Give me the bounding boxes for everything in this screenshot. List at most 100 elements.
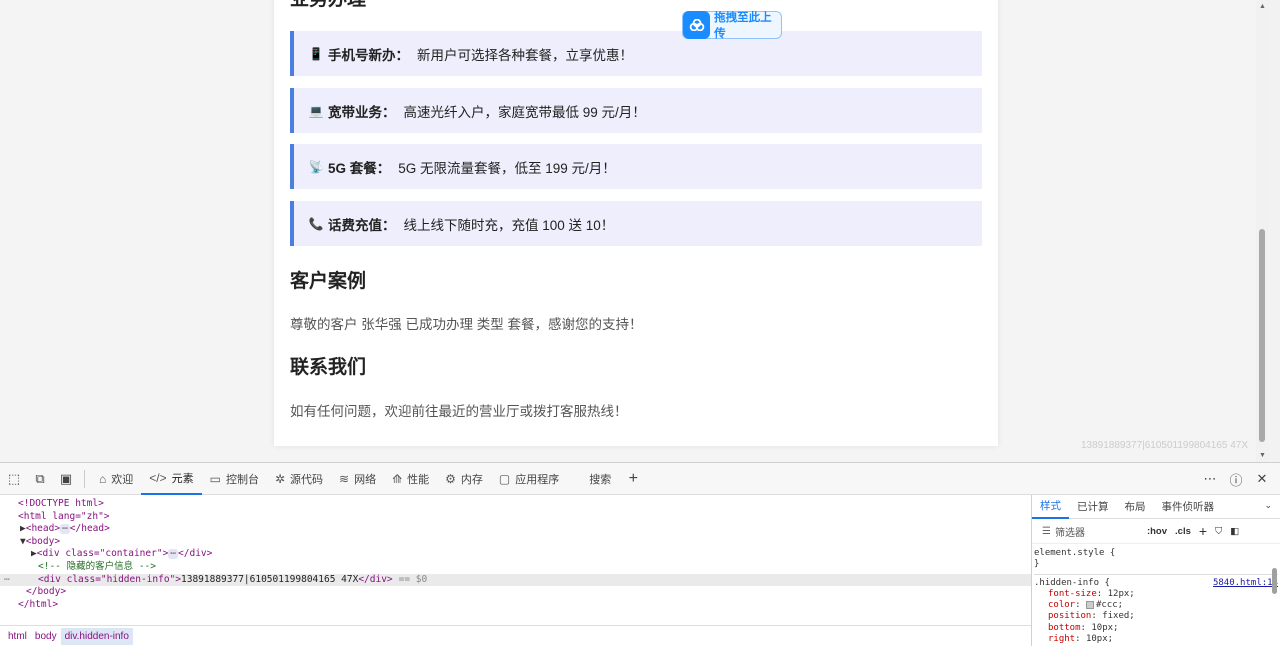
service-item-5g: 📡 5G 套餐： 5G 无限流量套餐，低至 199 元/月！ xyxy=(290,144,982,189)
more-options-icon[interactable]: ⋯ xyxy=(1198,467,1222,491)
styles-scrollbar[interactable] xyxy=(1271,550,1279,646)
ellipsis-badge[interactable]: ⋯ xyxy=(168,549,179,560)
help-icon[interactable]: ⓘ xyxy=(1224,467,1248,491)
hidden-info: 13891889377|610501199804165 47X xyxy=(1080,440,1248,451)
scroll-up-icon[interactable]: ▲ xyxy=(1259,3,1266,10)
inspect-element-icon[interactable]: ⬚ xyxy=(2,467,26,491)
breadcrumb-body[interactable]: body xyxy=(31,628,61,645)
tab-sources[interactable]: ✲ 源代码 xyxy=(267,463,331,495)
tab-performance[interactable]: ⟰ 性能 xyxy=(384,463,437,495)
gauge-icon: ⟰ xyxy=(392,471,403,486)
close-icon[interactable]: ✕ xyxy=(1250,467,1274,491)
breadcrumb-html[interactable]: html xyxy=(4,628,31,645)
upload-button[interactable]: 拖拽至此上传 xyxy=(682,11,782,40)
wifi-icon: ≋ xyxy=(339,471,350,486)
case-section-title: 客户案例 xyxy=(290,271,367,292)
telephone-icon: 📞 xyxy=(308,216,324,231)
tab-layout[interactable]: 布局 xyxy=(1117,495,1154,519)
service-desc: 线上线下随时充，充值 100 送 10！ xyxy=(403,217,615,233)
chevron-down-icon[interactable]: ⌄ xyxy=(1264,500,1272,511)
dom-tag: <body> xyxy=(25,535,61,547)
color-swatch[interactable] xyxy=(1085,600,1094,609)
property-value: 10px; xyxy=(1085,634,1114,645)
dom-text: 13891889377|610501199804165 47X xyxy=(181,573,359,585)
style-property[interactable]: bottom: 10px; xyxy=(1034,623,1278,634)
property-value: 10px; xyxy=(1091,622,1119,633)
service-desc: 新用户可选择各种套餐，立享优惠！ xyxy=(417,47,633,63)
bug-icon: ✲ xyxy=(274,471,286,486)
device-emulation-icon[interactable]: ⧉ xyxy=(28,467,52,491)
style-property[interactable]: right: 10px; xyxy=(1034,634,1278,645)
phone-icon: 📱 xyxy=(308,46,324,61)
service-item-broadband: 💻 宽带业务： 高速光纤入户，家庭宽带最低 99 元/月！ xyxy=(290,88,982,133)
contact-section-title: 联系我们 xyxy=(290,357,367,378)
element-style-close: } xyxy=(1034,559,1040,570)
breadcrumb: html body div.hidden-info xyxy=(0,625,1031,646)
rule-source-link[interactable]: 5840.html:14 xyxy=(1213,578,1278,589)
dom-comment[interactable]: <!-- 隐藏的客户信息 --> xyxy=(0,561,1031,574)
property-value: 12px; xyxy=(1107,588,1135,599)
service-name: 宽带业务： xyxy=(328,104,396,120)
breadcrumb-hidden-info[interactable]: div.hidden-info xyxy=(60,628,133,645)
tab-application[interactable]: ▢ 应用程序 xyxy=(491,463,567,495)
style-property[interactable]: font-size: 12px; xyxy=(1034,589,1278,600)
tab-event-listeners[interactable]: 事件侦听器 xyxy=(1154,495,1223,519)
dom-tag: <head> xyxy=(25,523,61,535)
application-icon: ▢ xyxy=(498,471,511,486)
dom-html-close[interactable]: </html> xyxy=(0,599,1031,612)
service-name: 话费充值： xyxy=(328,217,396,233)
dom-container[interactable]: ▶<div class="container"> ⋯ </div> xyxy=(0,548,1031,561)
ellipsis-badge[interactable]: ⋯ xyxy=(60,524,70,535)
filter-input[interactable]: 筛选器 xyxy=(1055,524,1139,539)
styles-pane: 样式 已计算 布局 事件侦听器 ⌄ ☰ 筛选器 :hov .cls + ⛉ ◧ … xyxy=(1031,495,1280,646)
tab-computed[interactable]: 已计算 xyxy=(1069,495,1117,519)
style-property[interactable]: color: #ccc; xyxy=(1034,600,1278,611)
tab-console[interactable]: ▭ 控制台 xyxy=(202,463,267,495)
styles-scrollbar-thumb[interactable] xyxy=(1272,568,1277,594)
hov-button[interactable]: :hov xyxy=(1147,526,1167,537)
upload-label: 拖拽至此上传 xyxy=(714,12,772,40)
sidebar-toggle-icon[interactable]: ◧ xyxy=(1230,526,1239,537)
rule-selector[interactable]: .hidden-info { xyxy=(1034,578,1110,589)
dock-side-icon[interactable]: ▣ xyxy=(54,467,78,491)
paint-icon[interactable]: ⛉ xyxy=(1215,526,1222,537)
new-rule-icon[interactable]: + xyxy=(1199,523,1207,539)
dom-tree: <!DOCTYPE html> <html lang="zh"> ▶<head>… xyxy=(0,495,1031,625)
more-icon[interactable]: ⋯ xyxy=(4,574,10,587)
tab-styles[interactable]: 样式 xyxy=(1032,495,1069,519)
dom-body-close[interactable]: </body> xyxy=(0,586,1031,599)
dom-head[interactable]: ▶<head> ⋯ </head> xyxy=(0,523,1031,536)
dom-hidden-info[interactable]: ⋯ <div class="hidden-info">13891889377|61… xyxy=(0,573,1031,587)
tab-memory[interactable]: ⚙ 内存 xyxy=(437,463,491,495)
dom-html-open[interactable]: <html lang="zh"> xyxy=(0,511,1031,524)
page-scrollbar[interactable]: ▲ ▼ xyxy=(1256,0,1268,462)
scrollbar-thumb[interactable] xyxy=(1259,229,1265,442)
scroll-down-icon[interactable]: ▼ xyxy=(1259,452,1266,459)
element-style-selector[interactable]: element.style { xyxy=(1034,548,1278,559)
memory-icon: ⚙ xyxy=(445,471,456,486)
tab-label: 搜索 xyxy=(589,473,612,486)
dom-tag: </div> xyxy=(178,548,213,560)
tab-elements[interactable]: </> 元素 xyxy=(141,463,202,495)
tab-search[interactable]: 搜索 xyxy=(581,463,619,495)
dom-body-open[interactable]: ▼<body> xyxy=(0,536,1031,549)
add-tab-icon[interactable]: + xyxy=(621,467,645,491)
tab-welcome[interactable]: ⌂ 欢迎 xyxy=(91,463,141,495)
tab-label: 内存 xyxy=(460,473,483,486)
selected-marker: == $0 xyxy=(398,573,428,585)
rule-divider xyxy=(1034,573,1278,575)
service-name: 5G 套餐： xyxy=(328,160,391,176)
style-property[interactable]: position: fixed; xyxy=(1034,611,1278,622)
tab-network[interactable]: ≋ 网络 xyxy=(331,463,384,495)
dom-tag: <div class="container"> xyxy=(36,548,169,560)
case-text: 尊敬的客户 张华强 已成功办理 类型 套餐，感谢您的支持！ xyxy=(290,317,643,332)
dom-comment-text: <!-- 隐藏的客户信息 --> xyxy=(38,560,156,572)
service-item-recharge: 📞 话费充值： 线上线下随时充，充值 100 送 10！ xyxy=(290,201,982,246)
styles-tabs: 样式 已计算 布局 事件侦听器 ⌄ xyxy=(1032,495,1280,519)
dom-tag: </div> xyxy=(358,573,393,585)
dom-doctype[interactable]: <!DOCTYPE html> xyxy=(0,498,1031,511)
styles-rules: element.style { } .hidden-info { 5840.ht… xyxy=(1032,544,1280,646)
rule-header: .hidden-info { 5840.html:14 xyxy=(1034,578,1278,589)
cls-button[interactable]: .cls xyxy=(1175,526,1191,537)
service-desc: 高速光纤入户，家庭宽带最低 99 元/月！ xyxy=(403,104,646,120)
